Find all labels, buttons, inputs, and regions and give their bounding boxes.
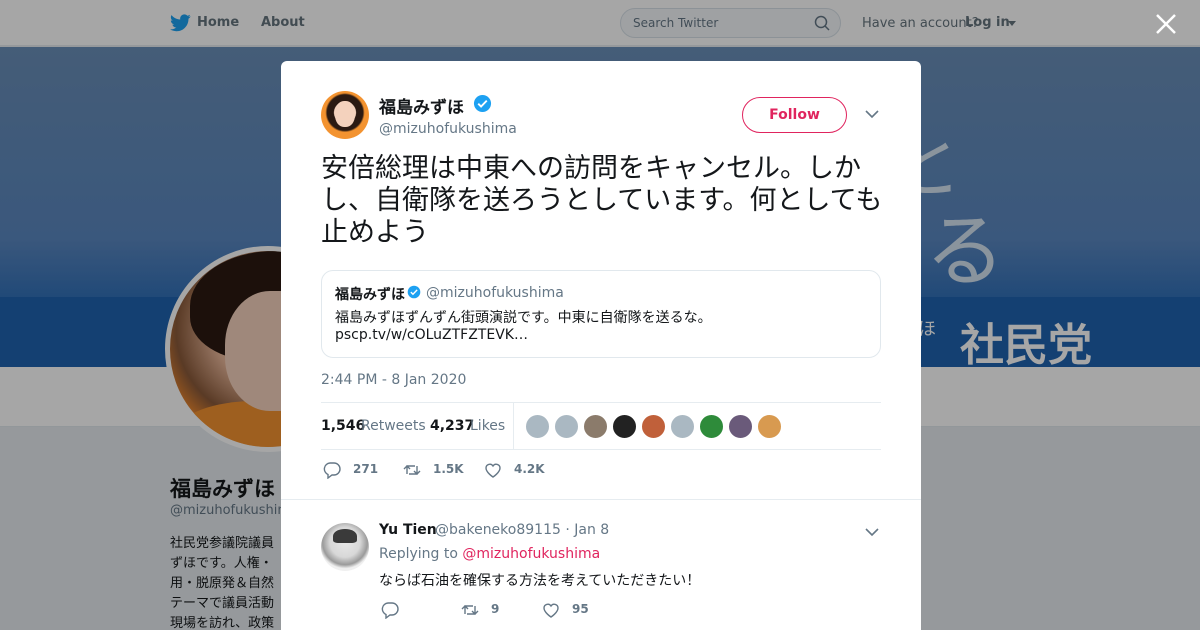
quote-author-handle: @mizuhofukushima [426, 285, 564, 301]
reply-date[interactable]: · Jan 8 [565, 522, 609, 538]
heart-icon [485, 463, 501, 478]
liker-avatar[interactable] [699, 414, 724, 439]
chevron-down-icon[interactable] [865, 527, 879, 537]
reply-text: ならば石油を確保する方法を考えていただきたい！ [379, 573, 701, 589]
close-icon[interactable] [1155, 13, 1177, 35]
replying-to-link[interactable]: @mizuhofukushima [462, 546, 600, 562]
reply-actions: 9 95 [379, 599, 679, 621]
heart-icon [543, 603, 559, 618]
follow-button[interactable]: Follow [742, 97, 847, 133]
reply-author-handle[interactable]: @bakeneko89115 · Jan 8 [435, 522, 609, 538]
chevron-down-icon[interactable] [865, 109, 879, 119]
reply-count: 271 [353, 462, 379, 476]
quote-author-name: 福島みずほ [335, 287, 405, 303]
likes-label[interactable]: Likes [470, 418, 505, 434]
quoted-tweet[interactable]: 福島みずほ @mizuhofukushima 福島みずほずんずん街頭演説です。中… [321, 270, 881, 358]
liker-avatar[interactable] [757, 414, 782, 439]
tweet-timestamp[interactable]: 2:44 PM - 8 Jan 2020 [321, 372, 466, 388]
reply-tweet[interactable]: Yu Tien @bakeneko89115 · Jan 8 Replying … [281, 499, 921, 630]
liker-avatar[interactable] [728, 414, 753, 439]
liker-avatar[interactable] [641, 414, 666, 439]
tweet-text: 安倍総理は中東への訪問をキャンセル。しかし、自衛隊を送ろうとしています。何として… [321, 153, 883, 248]
verified-badge-icon [407, 285, 421, 299]
liker-avatar[interactable] [554, 414, 579, 439]
tweet-stats: 1,546 Retweets 4,237 Likes [321, 402, 881, 450]
retweets-count[interactable]: 1,546 [321, 418, 365, 434]
liker-avatar[interactable] [670, 414, 695, 439]
retweet-count: 1.5K [433, 462, 464, 476]
liker-avatar[interactable] [525, 414, 550, 439]
retweets-label[interactable]: Retweets [361, 418, 426, 434]
quote-link[interactable]: pscp.tv/w/cOLuZTFZTEVK… [335, 327, 528, 343]
reply-icon [323, 462, 341, 479]
author-avatar[interactable] [321, 91, 369, 139]
reply-avatar[interactable] [321, 523, 369, 571]
likes-count[interactable]: 4,237 [430, 418, 474, 434]
retweet-icon [403, 465, 421, 475]
reply-icon [381, 602, 399, 619]
retweet-icon [461, 605, 479, 615]
author-handle[interactable]: @mizuhofukushima [379, 121, 517, 137]
verified-badge-icon [473, 94, 492, 113]
like-count: 4.2K [514, 462, 545, 476]
author-name[interactable]: 福島みずほ [379, 93, 464, 118]
liker-avatar[interactable] [583, 414, 608, 439]
tweet-modal: 福島みずほ @mizuhofukushima Follow 安倍総理は中東への訪… [281, 61, 921, 630]
quote-text: 福島みずほずんずん街頭演説です。中東に自衛隊を送るな。 [335, 310, 712, 326]
replying-to: Replying to @mizuhofukushima [379, 546, 601, 562]
divider [513, 403, 514, 449]
retweet-count: 9 [491, 602, 500, 616]
like-count: 95 [572, 602, 589, 616]
tweet-actions: 271 1.5K 4.2K [321, 459, 881, 483]
reply-author-name[interactable]: Yu Tien [379, 522, 437, 538]
liker-avatar[interactable] [612, 414, 637, 439]
